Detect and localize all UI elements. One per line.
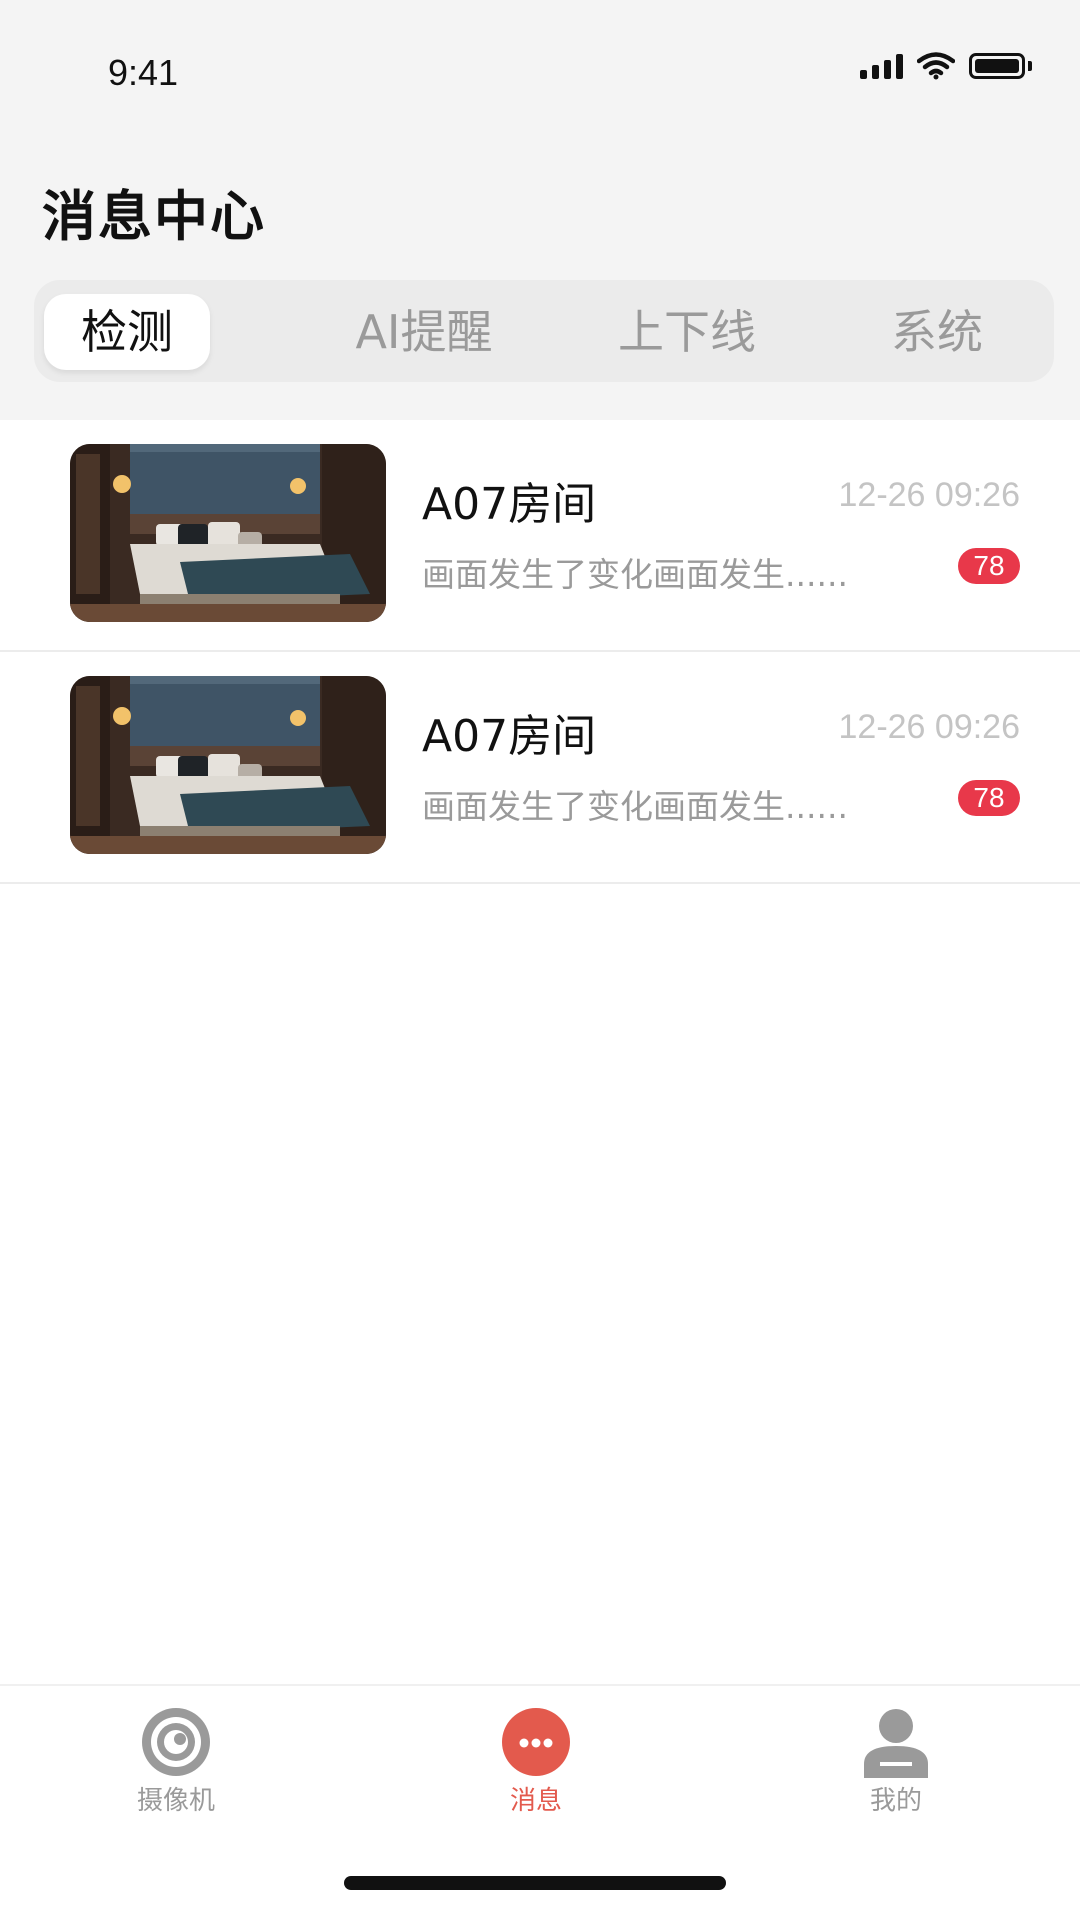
bottom-nav: 摄像机 消息 我的 [0, 1684, 1080, 1842]
tab-ai-reminder[interactable]: AI提醒 [336, 294, 512, 370]
nav-camera[interactable]: 摄像机 [96, 1706, 256, 1817]
battery-icon [969, 53, 1032, 79]
nav-messages[interactable]: 消息 [456, 1706, 616, 1817]
nav-profile-label: 我的 [869, 1786, 922, 1816]
home-indicator [344, 1876, 726, 1890]
user-icon [864, 1709, 928, 1778]
message-description: 画面发生了变化画面发生...... [422, 555, 848, 594]
screen: 9:41 消息中心 检测 AI提醒 上下线 系统 A07房间 12-26 09:… [0, 0, 1080, 1920]
page-title: 消息中心 [42, 185, 266, 248]
message-time: 12-26 09:26 [838, 708, 1021, 746]
wifi-icon [917, 52, 955, 80]
status-time: 9:41 [108, 52, 179, 93]
message-title: A07房间 [422, 479, 597, 530]
tab-system[interactable]: 系统 [874, 294, 1000, 370]
message-title: A07房间 [422, 711, 597, 762]
message-description: 画面发生了变化画面发生...... [422, 787, 848, 826]
unread-badge: 78 [958, 548, 1020, 584]
list-item[interactable]: A07房间 12-26 09:26 画面发生了变化画面发生...... 78 [0, 420, 1080, 652]
bedroom-thumbnail [70, 444, 386, 622]
tab-detection[interactable]: 检测 [44, 294, 210, 370]
camera-icon [142, 1708, 210, 1776]
signal-icon [860, 53, 903, 79]
message-icon [502, 1708, 570, 1776]
status-icons [860, 52, 1032, 80]
message-tabs: 检测 AI提醒 上下线 系统 [34, 280, 1054, 382]
nav-profile[interactable]: 我的 [816, 1706, 976, 1817]
nav-messages-label: 消息 [509, 1786, 562, 1816]
status-bar: 9:41 [0, 0, 1080, 120]
list-item[interactable]: A07房间 12-26 09:26 画面发生了变化画面发生...... 78 [0, 652, 1080, 884]
unread-badge: 78 [958, 780, 1020, 816]
nav-camera-label: 摄像机 [136, 1786, 215, 1816]
message-time: 12-26 09:26 [838, 476, 1021, 514]
message-list: A07房间 12-26 09:26 画面发生了变化画面发生...... 78 A… [0, 420, 1080, 884]
bedroom-thumbnail [70, 676, 386, 854]
tab-online-offline[interactable]: 上下线 [606, 294, 768, 370]
